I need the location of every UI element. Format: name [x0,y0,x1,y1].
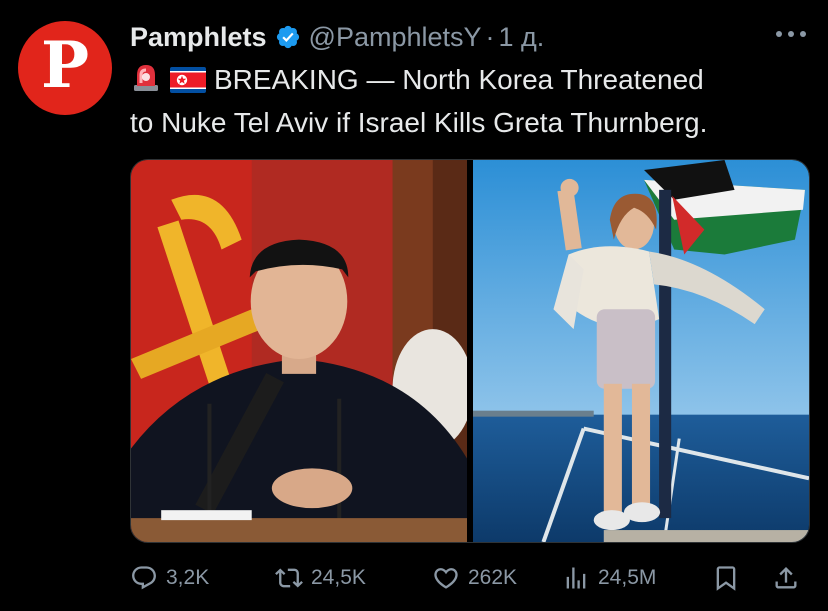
action-bar: 3,2K 24,5K 262K 24,5M [130,560,810,596]
author-name[interactable]: Pamphlets [130,22,267,53]
tweet-line-1-text: BREAKING — North Korea Threatened [214,64,704,95]
verified-badge-icon [276,25,299,49]
avatar[interactable]: P [18,21,112,115]
share-icon [775,567,797,589]
avatar-letter: P [40,28,90,103]
tweet-line-2: to Nuke Tel Aviv if Israel Kills Greta T… [130,107,708,138]
views-count: 24,5M [598,566,657,589]
like-button[interactable]: 262K [432,564,562,592]
reply-icon [132,566,156,590]
separator-dot: · [485,21,495,52]
views-icon [566,567,586,589]
tweet-time[interactable]: 1 д. [499,22,545,53]
retweet-button[interactable]: 24,5K [275,564,432,592]
more-icon[interactable] [776,24,806,44]
views-button[interactable]: 24,5M [562,564,712,592]
like-icon [434,568,458,589]
bookmark-icon [716,566,736,591]
bookmark-button[interactable] [712,564,772,592]
north-korea-flag-icon [170,67,206,93]
reply-count: 3,2K [166,566,210,589]
tweet-line-1: BREAKING — North Korea Threatened [130,58,810,101]
retweet-count: 24,5K [311,566,366,589]
like-count: 262K [468,566,518,589]
media-grid[interactable] [130,159,810,543]
author-handle[interactable]: @PamphletsY [309,22,482,53]
tweet-text: BREAKING — North Korea Threatened to Nuk… [130,58,810,144]
media-image-left[interactable] [131,160,467,542]
tweet-header: Pamphlets @PamphletsY · 1 д. [130,20,544,54]
reply-button[interactable]: 3,2K [130,564,275,592]
rotating-light-icon [134,65,158,91]
share-button[interactable] [772,564,800,592]
retweet-icon [275,568,303,588]
media-image-right[interactable] [473,160,809,542]
